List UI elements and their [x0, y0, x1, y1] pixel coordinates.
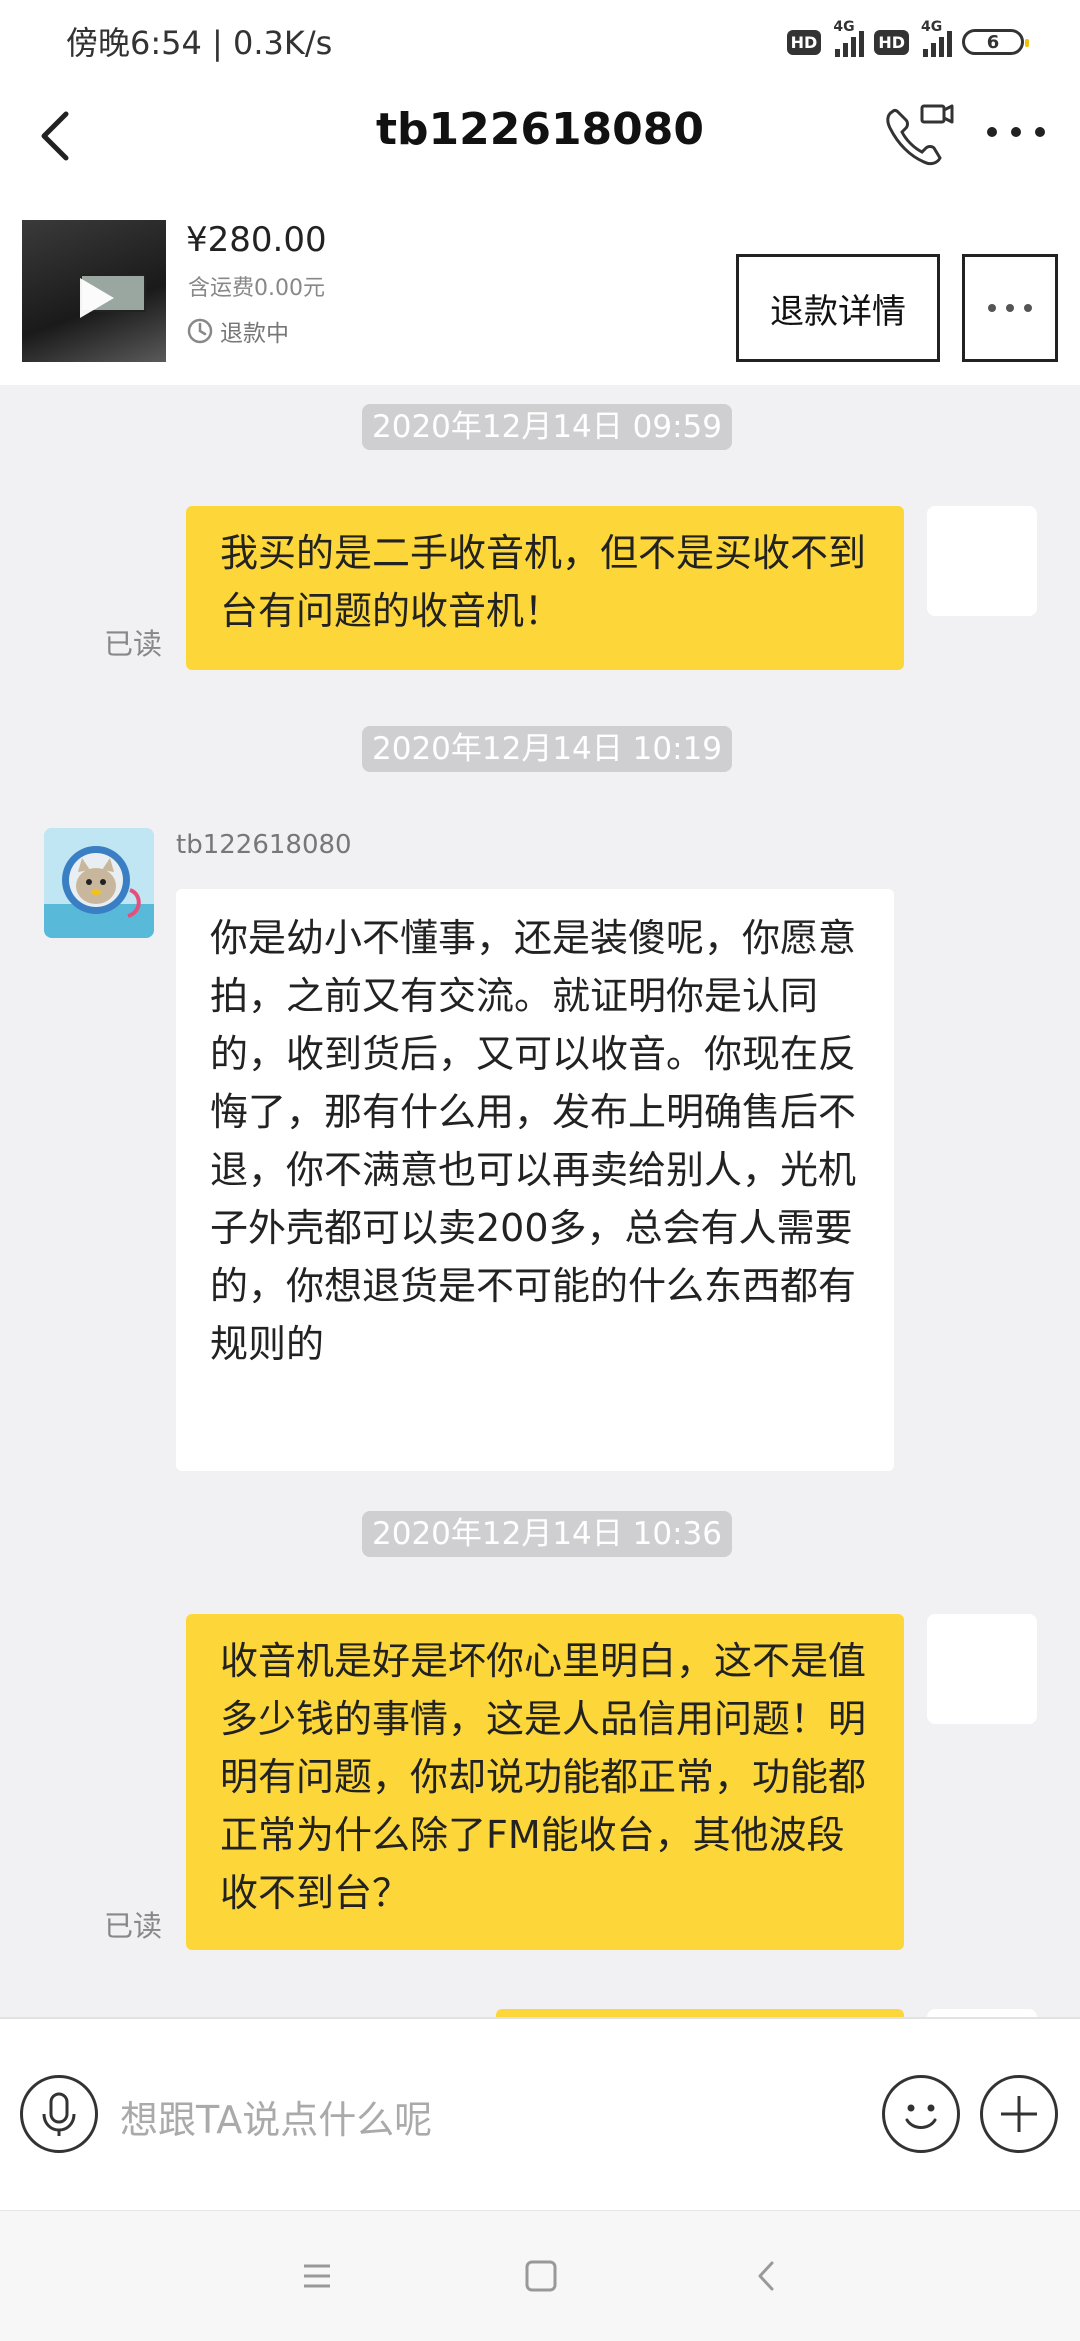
more-icon[interactable] [984, 120, 1048, 144]
plus-icon [1001, 2096, 1037, 2132]
status-icons: HD 4G HD 4G 6 [786, 19, 1029, 62]
read-receipt: 已读 [104, 1909, 163, 1943]
status-bar: 傍晚6:54 | 0.3K/s HD 4G HD 4G 6 [0, 0, 1080, 80]
timestamp: 2020年12月14日 10:19 [362, 726, 732, 772]
order-more-button[interactable] [962, 254, 1058, 362]
smiley-icon [905, 2104, 937, 2129]
my-message-bubble[interactable]: 收音机是好是坏你心里明白，这不是值多少钱的事情，这是人品信用问题！明明有问题，你… [186, 1614, 904, 1950]
my-message-bubble[interactable]: 我买的是二手收音机，但不是买收不到台有问题的收音机！ [186, 506, 904, 670]
play-icon [80, 278, 114, 318]
status-time: 傍晚6:54 | 0.3K/s [66, 24, 333, 62]
hd-badge: HD [786, 29, 822, 55]
timestamp: 2020年12月14日 09:59 [362, 404, 732, 450]
my-message-bubble-partial[interactable] [496, 2009, 904, 2017]
timestamp: 2020年12月14日 10:36 [362, 1511, 732, 1557]
message-input-bar: 想跟TA说点什么呢 [0, 2017, 1080, 2212]
more-icon [988, 304, 1032, 312]
voice-input-button[interactable] [20, 2075, 98, 2153]
read-receipt: 已读 [104, 627, 163, 661]
seller-avatar[interactable] [44, 828, 154, 938]
clock-icon [187, 318, 213, 344]
refund-status-label: 退款中 [220, 321, 289, 347]
video-call-icon[interactable] [878, 94, 958, 174]
shipping-fee: 含运费0.00元 [188, 276, 325, 301]
my-avatar[interactable] [927, 1614, 1037, 1724]
network-type: 4G [921, 19, 943, 35]
hd-badge: HD [874, 29, 909, 55]
chat-header: tb122618080 [0, 80, 1080, 190]
battery-icon: 6 [962, 29, 1029, 55]
home-icon[interactable] [516, 2251, 566, 2301]
my-avatar[interactable] [927, 506, 1037, 616]
product-video-thumbnail[interactable] [22, 220, 166, 362]
message-list[interactable]: 2020年12月14日 09:59 已读 我买的是二手收音机，但不是买收不到台有… [0, 385, 1080, 2017]
system-nav-bar [0, 2210, 1080, 2341]
refund-status: 退款中 [186, 314, 289, 348]
signal-icon: 4G [831, 19, 865, 57]
seller-message-bubble[interactable]: 你是幼小不懂事，还是装傻呢，你愿意拍，之前又有交流。就证明你是认同的，收到货后，… [176, 889, 894, 1471]
microphone-icon [42, 2092, 76, 2136]
signal-icon: 4G [919, 19, 952, 57]
menu-icon[interactable] [292, 2251, 342, 2301]
cat-avatar-icon [44, 828, 154, 938]
order-price: ¥280.00 [186, 220, 327, 260]
battery-level: 6 [986, 31, 1000, 53]
refund-details-button[interactable]: 退款详情 [736, 254, 940, 362]
emoji-button[interactable] [882, 2075, 960, 2153]
network-type: 4G [833, 19, 855, 35]
my-avatar[interactable] [927, 2009, 1037, 2017]
sender-name: tb122618080 [176, 830, 352, 860]
add-attachment-button[interactable] [980, 2075, 1058, 2153]
order-card: ¥280.00 含运费0.00元 退款中 退款详情 [0, 190, 1080, 385]
back-icon[interactable] [742, 2251, 792, 2301]
message-input[interactable]: 想跟TA说点什么呢 [120, 2089, 432, 2144]
